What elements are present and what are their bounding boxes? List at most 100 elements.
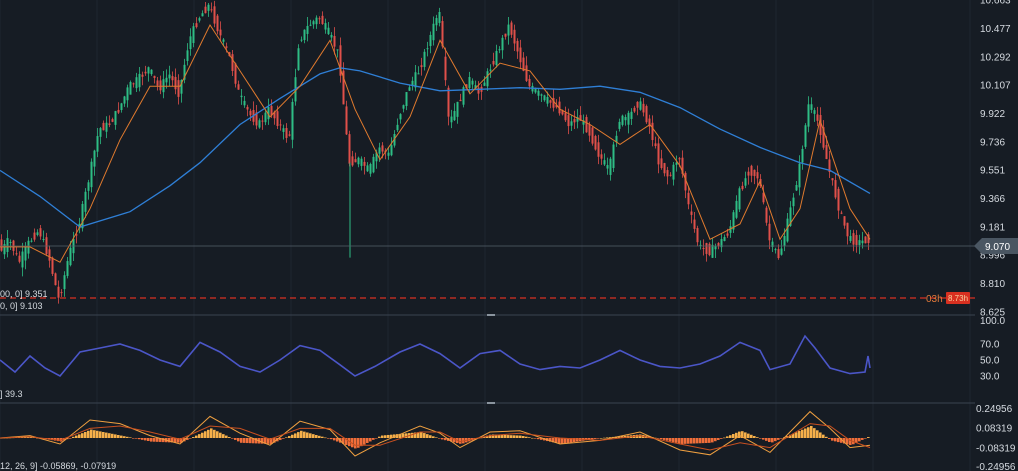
candle-body xyxy=(669,174,672,176)
candle-body xyxy=(21,251,24,268)
candle-body xyxy=(777,249,780,259)
macd-hist-bar xyxy=(744,432,747,438)
candle-body xyxy=(471,80,474,85)
macd-hist-bar xyxy=(303,431,306,438)
candle-body xyxy=(330,34,333,38)
macd-hist-bar xyxy=(315,434,318,438)
macd-hist-bar xyxy=(702,438,705,444)
candle-body xyxy=(93,150,96,167)
candle-body xyxy=(735,200,738,218)
trading-chart[interactable]: 03h 8.73h 10.663 10.477 10.292 10.107 9.922 9… xyxy=(0,0,1018,471)
macd-hist-bar xyxy=(195,435,198,438)
candle-body xyxy=(33,232,36,240)
macd-hist-bar xyxy=(864,438,867,439)
macd-hist-bar xyxy=(204,431,207,438)
candle-body xyxy=(345,106,348,135)
macd-hist-bar xyxy=(711,438,714,443)
candle-body xyxy=(624,117,627,121)
macd-hist-bar xyxy=(663,438,666,440)
candle-body xyxy=(840,212,843,214)
candle-body xyxy=(456,101,459,117)
candle-body xyxy=(51,257,54,274)
candle-body xyxy=(543,95,546,101)
alert-box-label: 8.73h xyxy=(948,294,968,303)
candle-body xyxy=(117,109,120,113)
macd-hist-bar xyxy=(327,438,330,439)
macd-hist-bar xyxy=(333,438,336,441)
candle-body xyxy=(498,49,501,51)
candle-body xyxy=(348,134,351,164)
candle-body xyxy=(486,71,489,87)
candle-body xyxy=(9,241,12,243)
candle-body xyxy=(360,158,363,166)
candle-body xyxy=(102,122,105,131)
macd-hist-bar xyxy=(750,434,753,438)
macd-hist-bar xyxy=(318,435,321,438)
candle-body xyxy=(711,244,714,258)
macd-hist-bar xyxy=(90,429,93,438)
macd-hist-bar xyxy=(771,438,774,443)
candle-body xyxy=(372,156,375,173)
candle-body xyxy=(585,117,588,133)
alert-label: 03h xyxy=(926,294,943,305)
macd-hist-bar xyxy=(804,428,807,438)
candle-body xyxy=(405,92,408,107)
macd-hist-bar xyxy=(528,437,531,438)
macd-hist-bar xyxy=(294,433,297,438)
candle-body xyxy=(597,142,600,157)
candle-body xyxy=(864,236,867,244)
macd-hist-bar xyxy=(300,430,303,438)
candle-body xyxy=(687,192,690,205)
candle-body xyxy=(105,122,108,132)
macd-hist-bar xyxy=(759,438,762,439)
candle-body xyxy=(423,51,426,67)
candle-body xyxy=(312,21,315,25)
candle-body xyxy=(276,111,279,126)
candle-body xyxy=(66,261,69,276)
candle-body xyxy=(603,160,606,165)
candle-body xyxy=(738,188,741,210)
macd-pane-resize-handle[interactable] xyxy=(487,402,495,404)
macd-hist-bar xyxy=(285,437,288,438)
candle-body xyxy=(240,95,243,98)
candle-body xyxy=(690,211,693,215)
candle-body xyxy=(459,99,462,102)
macd-hist-bar xyxy=(309,433,312,438)
candle-body xyxy=(306,25,309,34)
candle-body xyxy=(768,223,771,241)
macd-hist-bar xyxy=(324,437,327,439)
macd-hist-bar xyxy=(207,429,210,438)
macd-hist-bar xyxy=(747,433,750,438)
candle-body xyxy=(516,40,519,52)
candle-body xyxy=(168,74,171,79)
macd-hist-bar xyxy=(105,432,108,438)
macd-hist-bar xyxy=(288,436,291,438)
macd-tick-label: 0.08319 xyxy=(976,423,1013,434)
candle-body xyxy=(726,233,729,236)
macd-hist-bar xyxy=(519,435,522,438)
candle-body xyxy=(435,18,438,26)
macd-hist-bar xyxy=(774,438,777,442)
candle-body xyxy=(282,128,285,132)
rsi-tick-label: 50.0 xyxy=(980,356,1000,367)
macd-hist-bar xyxy=(849,438,852,445)
macd-hist-bar xyxy=(225,435,228,438)
macd-hist-bar xyxy=(99,431,102,438)
macd-hist-bar xyxy=(243,438,246,443)
candle-body xyxy=(15,253,18,255)
rsi-pane-resize-handle[interactable] xyxy=(487,314,495,316)
candle-body xyxy=(195,23,198,28)
macd-hist-bar xyxy=(330,438,333,440)
candle-body xyxy=(135,77,138,89)
candle-body xyxy=(6,238,9,252)
macd-hist-bar xyxy=(666,438,669,441)
macd-hist-bar xyxy=(534,438,537,439)
candle-body xyxy=(504,33,507,37)
macd-hist-bar xyxy=(291,434,294,438)
macd-hist-bar xyxy=(93,430,96,438)
candle-body xyxy=(174,76,177,90)
candle-body xyxy=(708,243,711,256)
macd-hist-bar xyxy=(96,430,99,438)
candle-body xyxy=(402,105,405,109)
rsi-tick-label: 100.0 xyxy=(980,316,1005,327)
